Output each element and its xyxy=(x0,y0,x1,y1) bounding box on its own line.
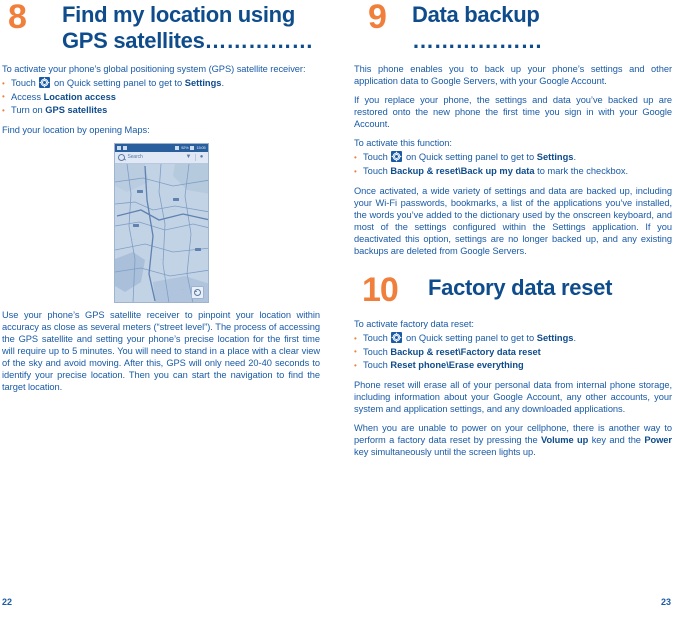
page-number-right: 23 xyxy=(660,597,671,607)
backup-activate-line: To activate this function: xyxy=(354,138,452,149)
list-item: Access Location access xyxy=(2,90,320,105)
maps-instruction-text: Find your location by opening Maps: xyxy=(2,124,150,135)
bullet-middle: on Quick setting panel to get to xyxy=(403,333,537,344)
svg-text:·····: ····· xyxy=(145,186,149,189)
reset-activate-line: To activate factory data reset: xyxy=(354,319,474,330)
phone-screenshot-figure: 92% 15:05 Search ▼ ● ····· ······ ···· ·… xyxy=(2,142,320,303)
list-item: Touch on Quick setting panel to get to S… xyxy=(2,77,320,91)
bullet-bold: Settings xyxy=(536,152,574,163)
location-crosshair xyxy=(193,288,201,296)
svg-text:····: ···· xyxy=(131,238,135,241)
bullet-prefix: Touch xyxy=(11,78,39,88)
list-item: Touch on Quick setting panel to get to S… xyxy=(354,332,672,346)
phone-screenshot: 92% 15:05 Search ▼ ● ····· ······ ···· ·… xyxy=(113,142,209,303)
battery-level-text: 92% xyxy=(181,144,189,150)
signal-icon xyxy=(175,145,180,150)
chapter-8-heading: 8 Find my location using GPS satellites…… xyxy=(2,0,320,54)
list-item: Turn on GPS satellites xyxy=(2,104,320,118)
status-bar-right-icons: 92% 15:05 xyxy=(175,144,206,152)
reset-bullet-list: Touch on Quick setting panel to get to S… xyxy=(354,332,672,373)
svg-text:······: ······ xyxy=(171,208,176,211)
chapter-9-number: 9 xyxy=(368,0,387,36)
backup-bullet-list: Touch on Quick setting panel to get to S… xyxy=(354,151,672,178)
phone-status-bar: 92% 15:05 xyxy=(114,143,208,152)
reset-paragraph-2: When you are unable to power on your cel… xyxy=(354,422,672,458)
bullet-middle: on Quick setting panel to get to xyxy=(403,152,537,163)
gps-closing-paragraph: Use your phone’s GPS satellite receiver … xyxy=(2,309,320,393)
page-number-left: 22 xyxy=(2,597,13,607)
map-graphics: ····· ······ ···· ····· ···· xyxy=(114,163,208,302)
list-item: Touch on Quick setting panel to get to S… xyxy=(354,151,672,165)
toolbar-divider xyxy=(194,153,196,161)
map-canvas[interactable]: ····· ······ ···· ····· ···· xyxy=(114,163,208,302)
right-column: 9 Data backup ……………… This phone enables … xyxy=(337,0,674,617)
bullet-bold: GPS satellites xyxy=(45,105,108,116)
chapter-10-heading: 10 Factory data reset xyxy=(354,271,672,310)
bullet-bold: Settings xyxy=(536,333,574,344)
volume-up-key-label: Volume up xyxy=(541,435,589,446)
two-column-layout: 8 Find my location using GPS satellites…… xyxy=(0,0,674,617)
bullet-prefix: Touch xyxy=(363,333,391,344)
bullet-prefix: Touch xyxy=(363,360,391,371)
left-column: 8 Find my location using GPS satellites…… xyxy=(0,0,337,617)
bullet-suffix: . xyxy=(573,333,577,344)
bullet-prefix: Touch xyxy=(363,346,391,357)
search-input[interactable]: Search xyxy=(128,154,183,160)
chapter-9-title: Data backup ……………… xyxy=(412,2,543,53)
person-icon[interactable]: ● xyxy=(199,154,205,161)
my-location-icon[interactable] xyxy=(190,285,204,299)
search-icon xyxy=(117,153,125,161)
gps-intro-text: To activate your phone’s global position… xyxy=(2,63,306,74)
gps-bullet-list: Touch on Quick setting panel to get to S… xyxy=(2,77,320,118)
bullet-bold: Backup & reset\Back up my data xyxy=(390,166,535,177)
bullet-middle: on Quick setting panel to get to xyxy=(51,78,185,88)
bullet-prefix: Touch xyxy=(363,166,391,177)
reset-p2-part3: key simultaneously until the screen ligh… xyxy=(354,447,536,458)
backup-paragraph-1: This phone enables you to back up your p… xyxy=(354,63,672,86)
svg-text:····: ···· xyxy=(181,288,185,291)
gear-icon xyxy=(39,77,51,88)
bullet-prefix: Access xyxy=(11,91,44,102)
backup-paragraph-2: If you replace your phone, the settings … xyxy=(354,95,672,130)
layers-icon[interactable]: ▼ xyxy=(186,154,192,161)
status-bar-left-icons xyxy=(116,145,127,150)
bullet-suffix: to mark the checkbox. xyxy=(534,166,629,177)
sync-icon xyxy=(122,145,127,150)
chapter-8-title: Find my location using GPS satellites………… xyxy=(62,2,314,53)
reset-paragraph-1: Phone reset will erase all of your perso… xyxy=(354,379,672,415)
chapter-9-heading: 9 Data backup ……………… xyxy=(354,0,672,54)
chapter-10-title: Factory data reset xyxy=(428,275,613,301)
manual-page: 8 Find my location using GPS satellites…… xyxy=(0,0,674,617)
maps-search-bar[interactable]: Search ▼ ● xyxy=(114,151,208,164)
clock-text: 15:05 xyxy=(196,144,206,150)
gear-icon xyxy=(391,151,403,163)
bullet-suffix: . xyxy=(573,152,577,163)
gear-icon xyxy=(391,332,403,344)
bullet-bold: Reset phone\Erase everything xyxy=(390,360,524,371)
power-key-label: Power xyxy=(644,435,672,446)
chapter-10-number: 10 xyxy=(362,271,399,310)
list-item: Touch Reset phone\Erase everything xyxy=(354,359,672,373)
battery-icon xyxy=(190,145,195,150)
bullet-bold: Location access xyxy=(43,91,116,102)
list-item: Touch Backup & reset\Factory data reset xyxy=(354,345,672,360)
notification-icon xyxy=(116,145,121,150)
bullet-prefix: Touch xyxy=(363,152,391,163)
chapter-8-number: 8 xyxy=(8,0,27,36)
svg-text:·····: ····· xyxy=(159,258,163,261)
bullet-bold: Backup & reset\Factory data reset xyxy=(390,346,541,357)
reset-p2-part2: key and the xyxy=(588,435,645,446)
backup-paragraph-3: Once activated, a wide variety of settin… xyxy=(354,185,672,257)
list-item: Touch Backup & reset\Back up my data to … xyxy=(354,165,672,179)
bullet-bold: Settings xyxy=(184,78,222,88)
bullet-prefix: Turn on xyxy=(11,105,46,116)
bullet-suffix: . xyxy=(221,78,225,88)
